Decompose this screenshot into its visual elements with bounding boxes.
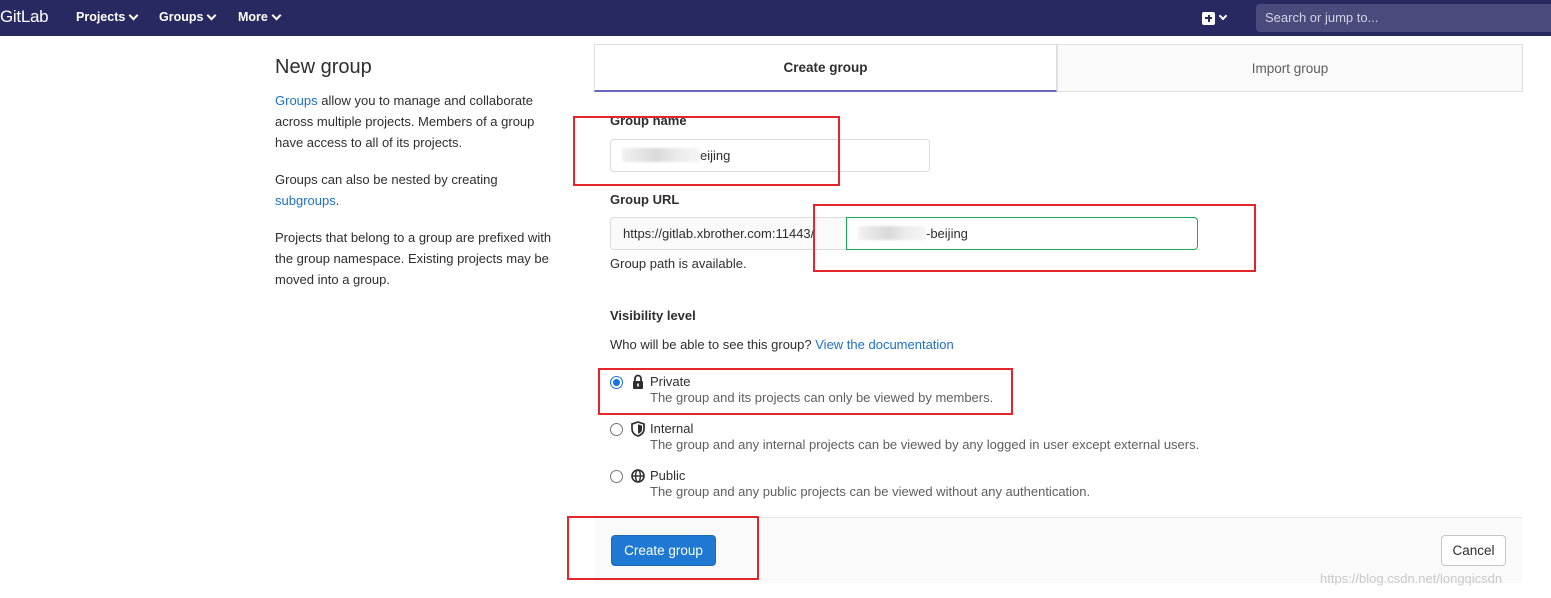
group-url-label: Group URL (610, 192, 680, 207)
private-radio[interactable] (610, 376, 623, 389)
nav-groups-dropdown[interactable]: Groups (159, 10, 217, 24)
group-name-value: eijing (700, 148, 731, 163)
namespace-paragraph: Projects that belong to a group are pref… (275, 230, 552, 287)
create-group-button[interactable]: Create group (611, 535, 716, 566)
private-description: The group and its projects can only be v… (650, 390, 994, 405)
chevron-down-icon (1218, 11, 1228, 21)
new-item-dropdown[interactable] (1202, 9, 1236, 27)
nesting-end: . (335, 193, 340, 208)
tab-import-group[interactable]: Import group (1057, 44, 1523, 92)
nav-more-label: More (238, 10, 268, 24)
visibility-label: Visibility level (610, 308, 696, 323)
nesting-text: Groups can also be nested by creating (275, 172, 498, 187)
nav-projects-label: Projects (76, 10, 126, 24)
nav-projects-dropdown[interactable]: Projects (76, 10, 139, 24)
internal-title: Internal (650, 421, 694, 436)
redacted-text (858, 226, 926, 240)
group-path-value: -beijing (926, 226, 968, 241)
internal-description: The group and any internal projects can … (650, 437, 1200, 452)
lock-icon (633, 374, 643, 389)
nesting-paragraph: Groups can also be nested by creating su… (275, 169, 565, 211)
redacted-text (622, 148, 700, 162)
groups-link[interactable]: Groups (275, 93, 318, 108)
search-input[interactable]: Search or jump to... (1256, 4, 1551, 32)
subgroups-link[interactable]: subgroups (275, 193, 336, 208)
page-title: New group (275, 56, 372, 78)
cancel-button[interactable]: Cancel (1441, 535, 1506, 566)
chevron-down-icon (128, 10, 139, 20)
intro-paragraph: Groups allow you to manage and collabora… (275, 90, 565, 153)
public-radio[interactable] (610, 470, 623, 483)
gitlab-logo[interactable]: GitLab (0, 7, 49, 27)
view-documentation-link[interactable]: View the documentation (815, 337, 954, 352)
public-description: The group and any public projects can be… (650, 484, 1091, 499)
group-name-input[interactable]: eijing (610, 139, 930, 172)
nav-more-dropdown[interactable]: More (238, 10, 282, 24)
private-title: Private (650, 374, 691, 389)
group-tabs: Create group Import group (594, 44, 1523, 92)
group-name-label: Group name (610, 113, 687, 128)
chevron-down-icon (207, 10, 217, 20)
visibility-question: Who will be able to see this group? View… (610, 337, 954, 352)
visibility-question-text: Who will be able to see this group? (610, 337, 812, 352)
nav-groups-label: Groups (159, 10, 204, 24)
watermark-text: https://blog.csdn.net/longqicsdn (1320, 571, 1503, 586)
globe-icon (631, 469, 645, 483)
group-url-prefix: https://gitlab.xbrother.com:11443/ (610, 217, 847, 250)
top-navbar: GitLab Projects Groups More Search or ju… (0, 0, 1551, 36)
internal-radio[interactable] (610, 423, 623, 436)
chevron-down-icon (271, 10, 282, 20)
tab-create-group[interactable]: Create group (594, 44, 1057, 92)
shield-icon (631, 421, 645, 437)
public-title: Public (650, 468, 686, 483)
group-path-input[interactable]: -beijing (846, 217, 1198, 250)
plus-square-icon (1202, 11, 1215, 25)
group-path-status: Group path is available. (610, 256, 747, 271)
